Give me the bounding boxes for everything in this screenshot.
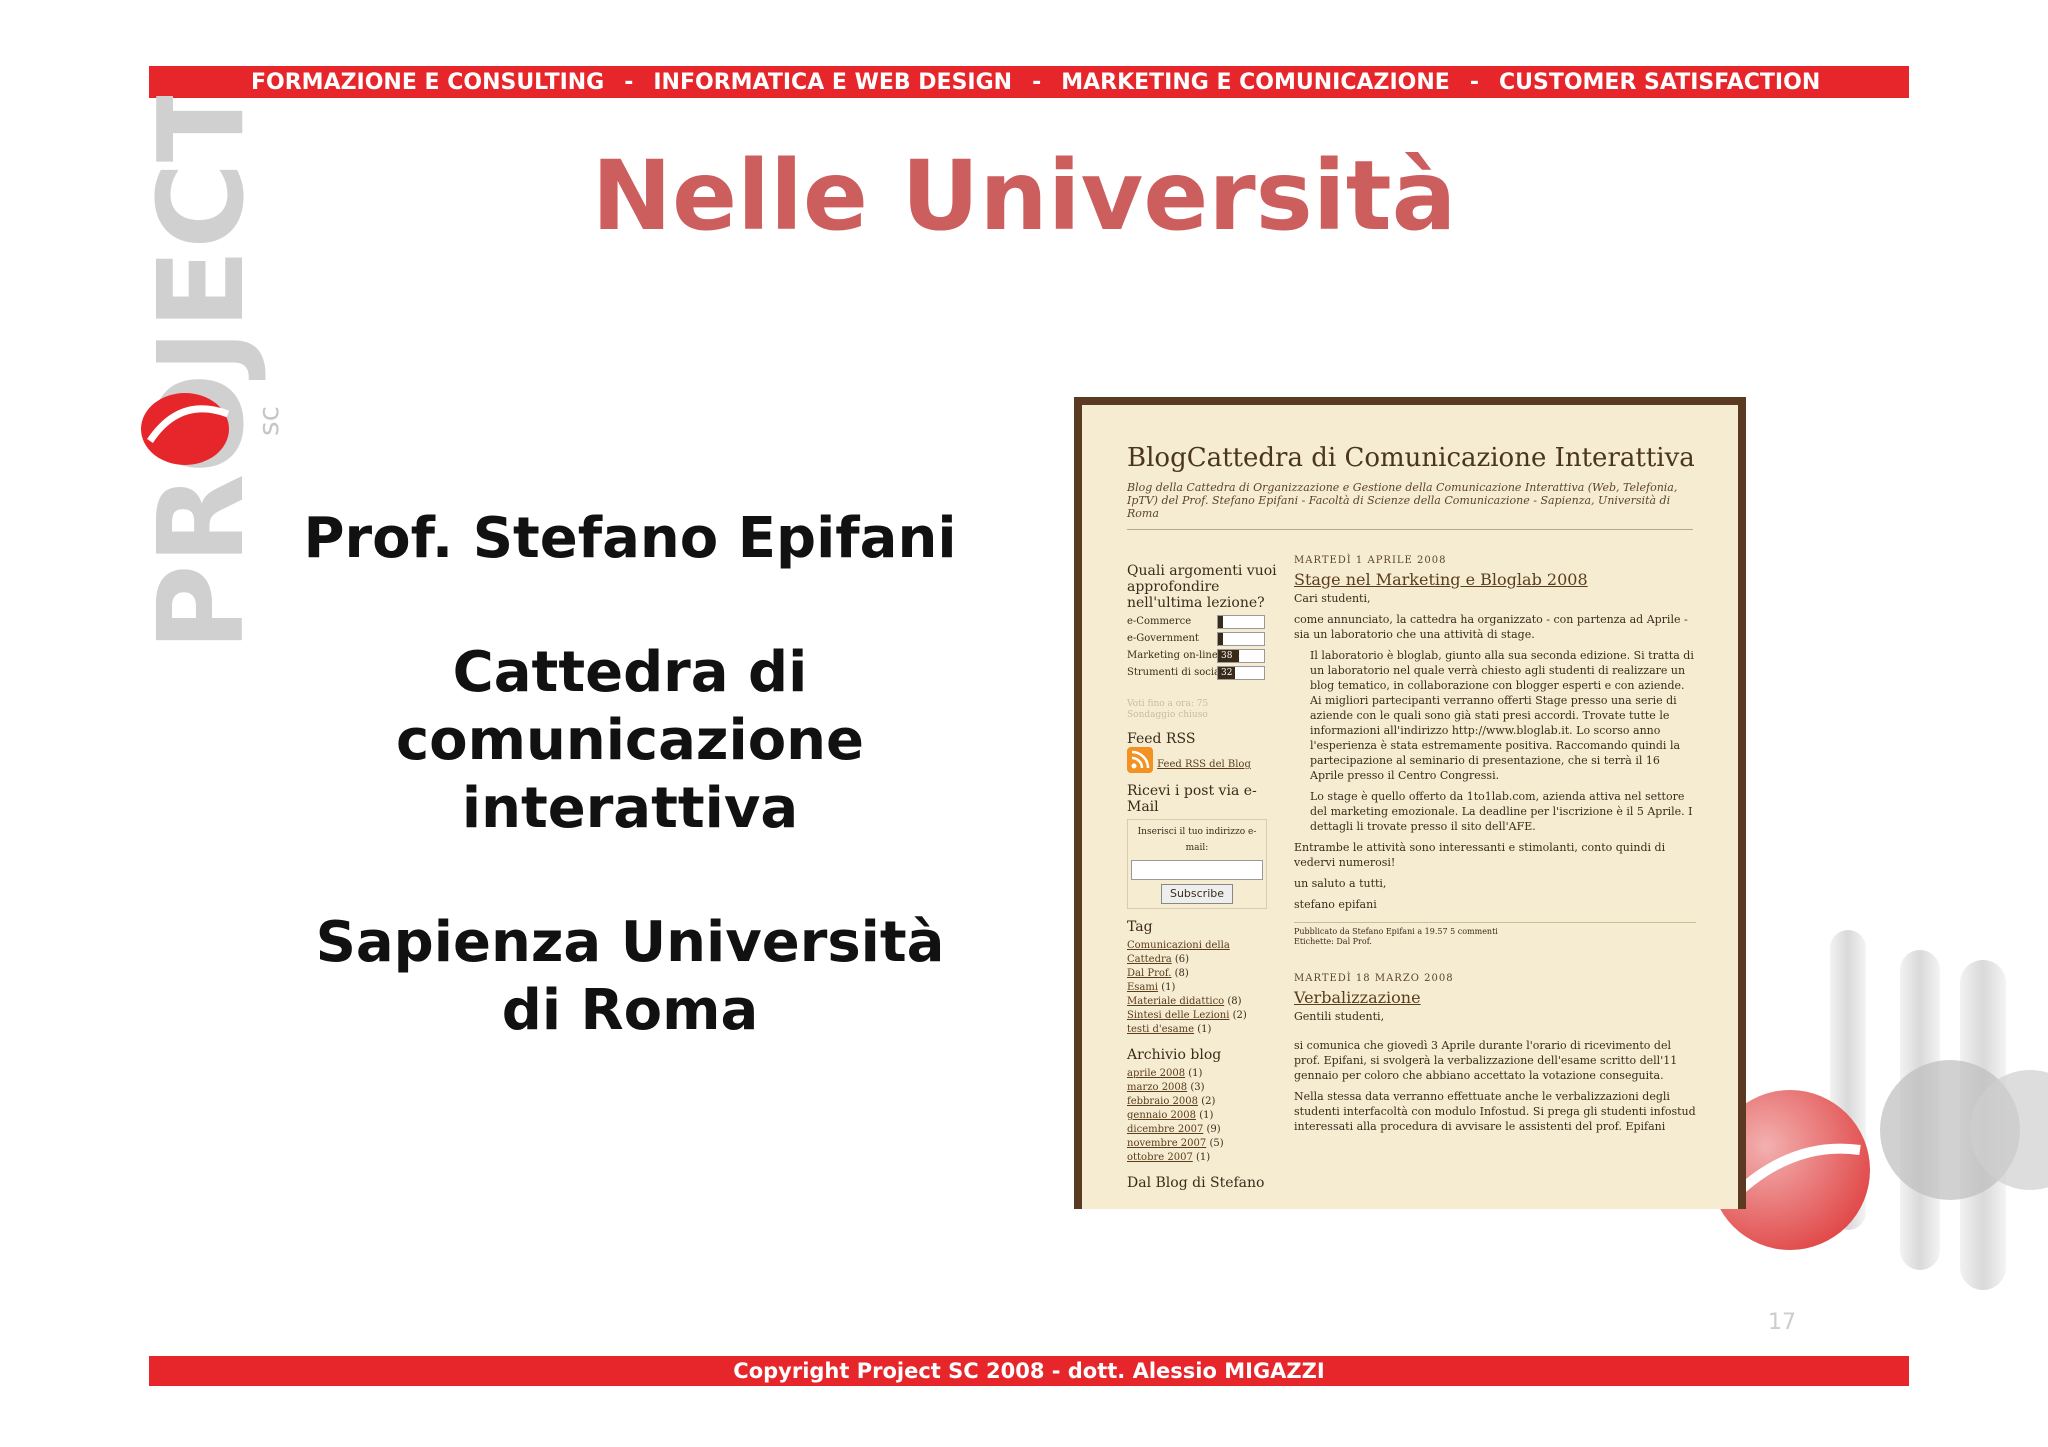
archive-list: aprile 2008 (1) marzo 2008 (3) febbraio … xyxy=(1127,1067,1277,1165)
presenter-info: Prof. Stefano Epifani Cattedra di comuni… xyxy=(300,505,960,1045)
blog-title[interactable]: BlogCattedra di Comunicazione Interattiv… xyxy=(1127,443,1695,473)
list-item: febbraio 2008 (2) xyxy=(1127,1096,1216,1107)
poll-option[interactable]: e-Commerce xyxy=(1127,613,1277,630)
mail-subscribe-box: Inserisci il tuo indirizzo e-mail: Subsc… xyxy=(1127,819,1267,909)
footer-banner: Copyright Project SC 2008 - dott. Alessi… xyxy=(149,1356,1909,1386)
professor-name: Prof. Stefano Epifani xyxy=(303,506,957,571)
post-title-link[interactable]: Verbalizzazione xyxy=(1294,988,1421,1007)
top-banner: FORMAZIONE E CONSULTING - INFORMATICA E … xyxy=(149,66,1909,98)
course-line-3: interattiva xyxy=(461,776,799,841)
tag-list: Comunicazioni della Cattedra (6) Dal Pro… xyxy=(1127,939,1277,1037)
course-line-1: Cattedra di xyxy=(452,640,808,705)
banner-separator: - xyxy=(624,69,634,95)
banner-item-formazione: FORMAZIONE E CONSULTING xyxy=(251,69,605,95)
archive-heading: Archivio blog xyxy=(1127,1047,1222,1063)
slide: FORMAZIONE E CONSULTING - INFORMATICA E … xyxy=(0,0,2048,1447)
list-item: Comunicazioni della Cattedra (6) xyxy=(1127,940,1230,965)
post-meta: Pubblicato da Stefano Epifani a 19.57 5 … xyxy=(1294,922,1696,947)
blog-posts: MARTEDÌ 1 APRILE 2008 Stage nel Marketin… xyxy=(1294,555,1696,1133)
list-item: gennaio 2008 (1) xyxy=(1127,1110,1214,1121)
logo-sc: sc xyxy=(252,406,280,436)
post-title-link[interactable]: Stage nel Marketing e Bloglab 2008 xyxy=(1294,570,1588,589)
banner-item-marketing: MARKETING E COMUNICAZIONE xyxy=(1061,69,1450,95)
mail-prompt: Inserisci il tuo indirizzo e-mail: xyxy=(1137,827,1257,853)
poll-option[interactable]: e-Government xyxy=(1127,630,1277,647)
banner-item-customer: CUSTOMER SATISFACTION xyxy=(1498,69,1821,95)
dal-blog-heading: Dal Blog di Stefano xyxy=(1127,1175,1265,1191)
subscribe-button[interactable]: Subscribe xyxy=(1160,884,1234,904)
post-date: MARTEDÌ 18 MARZO 2008 xyxy=(1294,973,1454,984)
list-item: testi d'esame (1) xyxy=(1127,1024,1212,1035)
list-item: ottobre 2007 (1) xyxy=(1127,1152,1211,1163)
list-item: marzo 2008 (3) xyxy=(1127,1082,1205,1093)
poll-footer: Voti fino a ora: 75 Sondaggio chiuso xyxy=(1127,699,1209,720)
mail-heading: Ricevi i post via e-Mail xyxy=(1127,783,1257,815)
list-item: dicembre 2007 (9) xyxy=(1127,1124,1221,1135)
decorative-pins-image xyxy=(1710,930,2048,1290)
university-line-2: di Roma xyxy=(501,978,759,1043)
banner-item-informatica: INFORMATICA E WEB DESIGN xyxy=(653,69,1013,95)
list-item: aprile 2008 (1) xyxy=(1127,1068,1203,1079)
post-date: MARTEDÌ 1 APRILE 2008 xyxy=(1294,555,1447,566)
feed-heading: Feed RSS xyxy=(1127,731,1196,747)
poll-question: Quali argomenti vuoi approfondire nell'u… xyxy=(1127,563,1277,611)
list-item: novembre 2007 (5) xyxy=(1127,1138,1224,1149)
poll-option[interactable]: Strumenti di social m 32 xyxy=(1127,664,1277,681)
rss-icon[interactable] xyxy=(1127,747,1153,773)
blog-screenshot: BlogCattedra di Comunicazione Interattiv… xyxy=(1074,397,1746,1209)
blog-sidebar: Quali argomenti vuoi approfondire nell'u… xyxy=(1127,553,1277,1191)
course-line-2: comunicazione xyxy=(395,708,865,773)
logo-red-mark xyxy=(141,393,229,465)
tag-heading: Tag xyxy=(1127,919,1153,935)
university-line-1: Sapienza Università xyxy=(315,910,945,975)
feed-link[interactable]: Feed RSS del Blog xyxy=(1157,759,1251,770)
list-item: Dal Prof. (8) xyxy=(1127,968,1189,979)
email-field[interactable] xyxy=(1131,860,1263,880)
list-item: Sintesi delle Lezioni (2) xyxy=(1127,1010,1247,1021)
banner-separator: - xyxy=(1032,69,1042,95)
blog-subtitle: Blog della Cattedra di Organizzazione e … xyxy=(1127,481,1678,520)
poll: e-Commerce e-Government Marketing on-lin… xyxy=(1127,613,1277,681)
poll-option[interactable]: Marketing on-line 38 xyxy=(1127,647,1277,664)
banner-separator: - xyxy=(1469,69,1479,95)
list-item: Esami (1) xyxy=(1127,982,1176,993)
page-title: Nelle Università xyxy=(591,140,1457,252)
list-item: Materiale didattico (8) xyxy=(1127,996,1242,1007)
page-number: 17 xyxy=(1768,1310,1796,1335)
